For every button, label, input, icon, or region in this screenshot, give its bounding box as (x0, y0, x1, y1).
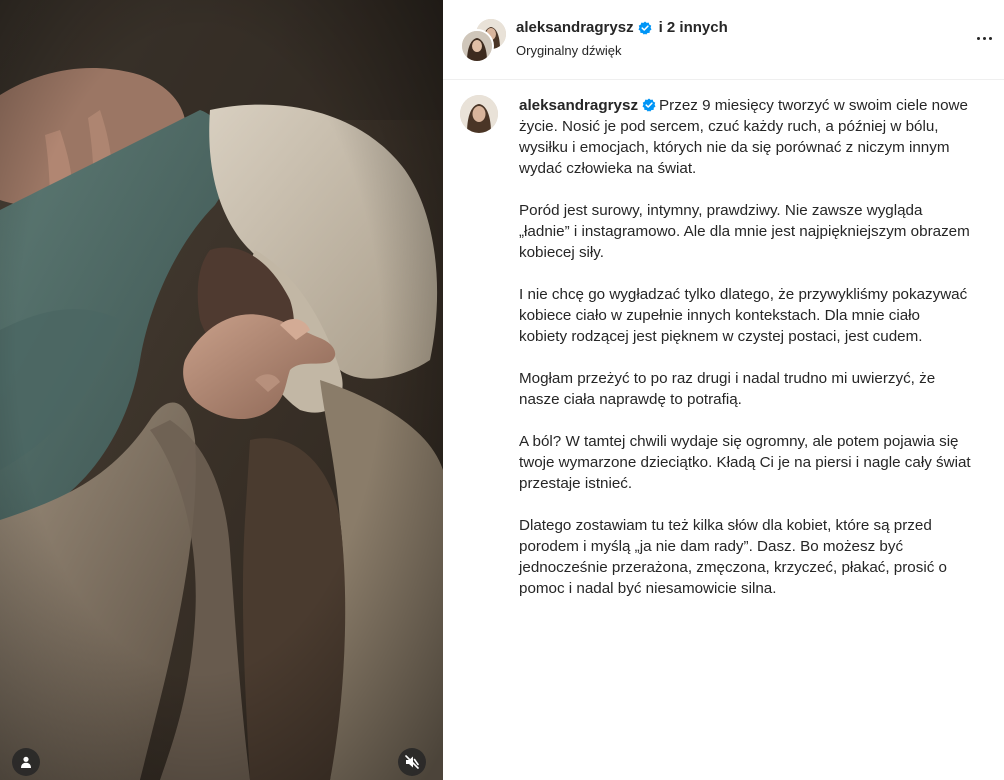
post-header: aleksandragrysz i 2 innych Oryginalny dź… (443, 0, 1004, 80)
caption-username[interactable]: aleksandragrysz (519, 97, 638, 114)
post-authors[interactable]: aleksandragrysz i 2 innych (516, 19, 728, 36)
avatar[interactable] (460, 95, 498, 133)
audio-label[interactable]: Oryginalny dźwięk (516, 43, 622, 58)
profile-photo (460, 95, 498, 133)
user-tag-icon (21, 756, 31, 768)
more-options-icon (976, 36, 980, 40)
caption-paragraph: aleksandragrysz Przez 9 miesięcy tworzyć … (519, 95, 971, 179)
speaker-muted-icon (405, 755, 419, 769)
caption-paragraph: Dlatego zostawiam tu też kilka słów dla … (519, 517, 947, 597)
caption-text: aleksandragrysz Przez 9 miesięcy tworzyć … (519, 95, 971, 620)
avatar[interactable] (460, 29, 494, 63)
caption-paragraph: Mogłam przeżyć to po raz drugi i nadal t… (519, 370, 936, 408)
post-media[interactable] (0, 0, 443, 780)
verified-badge-icon (642, 98, 656, 112)
collab-avatars[interactable] (460, 17, 508, 63)
author-username[interactable]: aleksandragrysz (516, 19, 634, 36)
mute-toggle-button[interactable] (398, 748, 426, 776)
newborn-photo (0, 0, 443, 780)
caption-paragraph: A ból? W tamtej chwili wydaje się ogromn… (519, 433, 971, 492)
post-sidebar: aleksandragrysz i 2 innych Oryginalny dź… (443, 0, 1004, 780)
tagged-users-button[interactable] (12, 748, 40, 776)
caption-paragraph: I nie chcę go wygładzać tylko dlatego, ż… (519, 286, 968, 345)
verified-badge-icon (638, 21, 652, 35)
more-options-button[interactable] (972, 26, 996, 50)
other-authors-link[interactable]: i 2 innych (659, 19, 728, 36)
profile-photo (462, 31, 492, 61)
caption-paragraph: Poród jest surowy, intymny, prawdziwy. N… (519, 202, 970, 261)
